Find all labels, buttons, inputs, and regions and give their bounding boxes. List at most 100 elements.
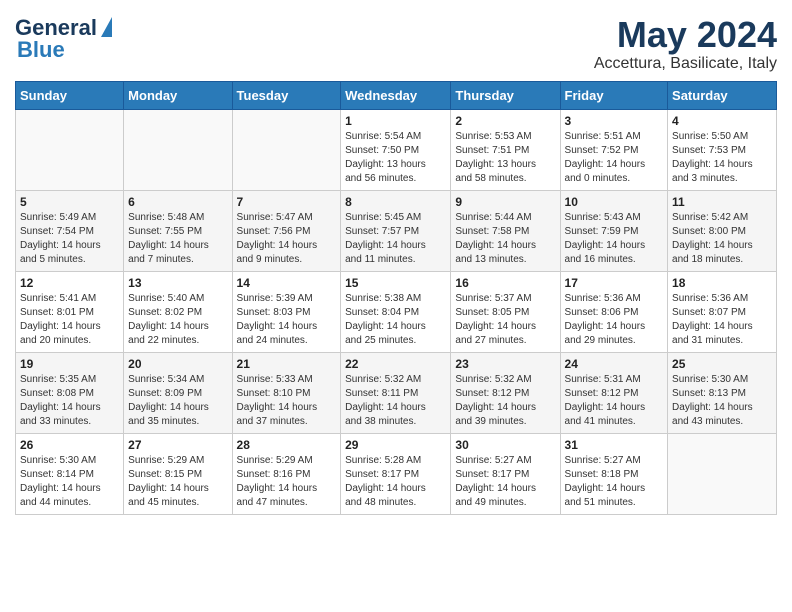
day-info: Sunrise: 5:49 AM Sunset: 7:54 PM Dayligh… xyxy=(20,211,119,267)
day-number: 5 xyxy=(20,195,119,209)
calendar-cell: 2 Sunrise: 5:53 AM Sunset: 7:51 PM Daylig… xyxy=(451,109,560,190)
calendar-cell: 6 Sunrise: 5:48 AM Sunset: 7:55 PM Daylig… xyxy=(124,190,232,271)
day-number: 18 xyxy=(672,276,772,290)
day-number: 9 xyxy=(455,195,555,209)
day-info: Sunrise: 5:30 AM Sunset: 8:13 PM Dayligh… xyxy=(672,373,772,429)
day-number: 6 xyxy=(128,195,227,209)
day-info: Sunrise: 5:47 AM Sunset: 7:56 PM Dayligh… xyxy=(237,211,337,267)
calendar-cell: 27Sunrise: 5:29 AM Sunset: 8:15 PM Dayli… xyxy=(124,433,232,514)
day-info: Sunrise: 5:37 AM Sunset: 8:05 PM Dayligh… xyxy=(455,292,555,348)
day-number: 16 xyxy=(455,276,555,290)
day-number: 22 xyxy=(345,357,446,371)
weekday-header-tuesday: Tuesday xyxy=(232,81,341,109)
day-info: Sunrise: 5:48 AM Sunset: 7:55 PM Dayligh… xyxy=(128,211,227,267)
day-info: Sunrise: 5:51 AM Sunset: 7:52 PM Dayligh… xyxy=(565,130,664,186)
day-info: Sunrise: 5:43 AM Sunset: 7:59 PM Dayligh… xyxy=(565,211,664,267)
calendar-cell: 24Sunrise: 5:31 AM Sunset: 8:12 PM Dayli… xyxy=(560,352,668,433)
calendar-cell: 7 Sunrise: 5:47 AM Sunset: 7:56 PM Daylig… xyxy=(232,190,341,271)
day-number: 7 xyxy=(237,195,337,209)
weekday-header-monday: Monday xyxy=(124,81,232,109)
calendar-cell: 25Sunrise: 5:30 AM Sunset: 8:13 PM Dayli… xyxy=(668,352,777,433)
day-number: 13 xyxy=(128,276,227,290)
day-info: Sunrise: 5:36 AM Sunset: 8:07 PM Dayligh… xyxy=(672,292,772,348)
day-info: Sunrise: 5:32 AM Sunset: 8:12 PM Dayligh… xyxy=(455,373,555,429)
calendar-cell xyxy=(124,109,232,190)
calendar-cell: 21 Sunrise: 5:33 AM Sunset: 8:10 PM Dayli… xyxy=(232,352,341,433)
day-info: Sunrise: 5:27 AM Sunset: 8:18 PM Dayligh… xyxy=(565,454,664,510)
calendar-cell: 11 Sunrise: 5:42 AM Sunset: 8:00 PM Dayli… xyxy=(668,190,777,271)
calendar-cell: 15 Sunrise: 5:38 AM Sunset: 8:04 PM Dayli… xyxy=(341,271,451,352)
calendar-table: SundayMondayTuesdayWednesdayThursdayFrid… xyxy=(15,81,777,515)
week-row-5: 26 Sunrise: 5:30 AM Sunset: 8:14 PM Dayli… xyxy=(16,433,777,514)
day-info: Sunrise: 5:41 AM Sunset: 8:01 PM Dayligh… xyxy=(20,292,119,348)
day-info: Sunrise: 5:42 AM Sunset: 8:00 PM Dayligh… xyxy=(672,211,772,267)
day-info: Sunrise: 5:29 AM Sunset: 8:15 PM Dayligh… xyxy=(128,454,227,510)
day-info: Sunrise: 5:35 AM Sunset: 8:08 PM Dayligh… xyxy=(20,373,119,429)
day-info: Sunrise: 5:28 AM Sunset: 8:17 PM Dayligh… xyxy=(345,454,446,510)
week-row-3: 12 Sunrise: 5:41 AM Sunset: 8:01 PM Dayli… xyxy=(16,271,777,352)
day-number: 31 xyxy=(565,438,664,452)
calendar-cell xyxy=(232,109,341,190)
day-number: 21 xyxy=(237,357,337,371)
day-number: 30 xyxy=(455,438,555,452)
weekday-header-wednesday: Wednesday xyxy=(341,81,451,109)
day-number: 24 xyxy=(565,357,664,371)
calendar-cell: 29 Sunrise: 5:28 AM Sunset: 8:17 PM Dayli… xyxy=(341,433,451,514)
day-info: Sunrise: 5:36 AM Sunset: 8:06 PM Dayligh… xyxy=(565,292,664,348)
day-number: 3 xyxy=(565,114,664,128)
calendar-cell: 4 Sunrise: 5:50 AM Sunset: 7:53 PM Daylig… xyxy=(668,109,777,190)
day-number: 4 xyxy=(672,114,772,128)
day-number: 1 xyxy=(345,114,446,128)
weekday-header-thursday: Thursday xyxy=(451,81,560,109)
day-info: Sunrise: 5:39 AM Sunset: 8:03 PM Dayligh… xyxy=(237,292,337,348)
calendar-cell: 16 Sunrise: 5:37 AM Sunset: 8:05 PM Dayli… xyxy=(451,271,560,352)
calendar-cell xyxy=(16,109,124,190)
calendar-cell: 12 Sunrise: 5:41 AM Sunset: 8:01 PM Dayli… xyxy=(16,271,124,352)
calendar-cell: 5 Sunrise: 5:49 AM Sunset: 7:54 PM Daylig… xyxy=(16,190,124,271)
calendar-cell xyxy=(668,433,777,514)
title-block: May 2024 Accettura, Basilicate, Italy xyxy=(594,15,777,73)
day-number: 11 xyxy=(672,195,772,209)
day-info: Sunrise: 5:38 AM Sunset: 8:04 PM Dayligh… xyxy=(345,292,446,348)
calendar-cell: 22 Sunrise: 5:32 AM Sunset: 8:11 PM Dayli… xyxy=(341,352,451,433)
day-number: 8 xyxy=(345,195,446,209)
calendar-cell: 3 Sunrise: 5:51 AM Sunset: 7:52 PM Daylig… xyxy=(560,109,668,190)
day-number: 20 xyxy=(128,357,227,371)
day-number: 15 xyxy=(345,276,446,290)
day-info: Sunrise: 5:53 AM Sunset: 7:51 PM Dayligh… xyxy=(455,130,555,186)
day-info: Sunrise: 5:44 AM Sunset: 7:58 PM Dayligh… xyxy=(455,211,555,267)
day-number: 10 xyxy=(565,195,664,209)
calendar-cell: 14 Sunrise: 5:39 AM Sunset: 8:03 PM Dayli… xyxy=(232,271,341,352)
day-info: Sunrise: 5:27 AM Sunset: 8:17 PM Dayligh… xyxy=(455,454,555,510)
weekday-header-row: SundayMondayTuesdayWednesdayThursdayFrid… xyxy=(16,81,777,109)
day-info: Sunrise: 5:40 AM Sunset: 8:02 PM Dayligh… xyxy=(128,292,227,348)
calendar-cell: 20Sunrise: 5:34 AM Sunset: 8:09 PM Dayli… xyxy=(124,352,232,433)
weekday-header-saturday: Saturday xyxy=(668,81,777,109)
day-number: 2 xyxy=(455,114,555,128)
calendar-cell: 23 Sunrise: 5:32 AM Sunset: 8:12 PM Dayli… xyxy=(451,352,560,433)
day-info: Sunrise: 5:30 AM Sunset: 8:14 PM Dayligh… xyxy=(20,454,119,510)
calendar-cell: 28 Sunrise: 5:29 AM Sunset: 8:16 PM Dayli… xyxy=(232,433,341,514)
logo-triangle-icon xyxy=(101,17,112,37)
calendar-cell: 30 Sunrise: 5:27 AM Sunset: 8:17 PM Dayli… xyxy=(451,433,560,514)
week-row-1: 1Sunrise: 5:54 AM Sunset: 7:50 PM Daylig… xyxy=(16,109,777,190)
logo: General Blue xyxy=(15,15,112,63)
day-number: 14 xyxy=(237,276,337,290)
calendar-cell: 13 Sunrise: 5:40 AM Sunset: 8:02 PM Dayli… xyxy=(124,271,232,352)
day-number: 28 xyxy=(237,438,337,452)
calendar-cell: 8Sunrise: 5:45 AM Sunset: 7:57 PM Daylig… xyxy=(341,190,451,271)
location-title: Accettura, Basilicate, Italy xyxy=(594,55,777,73)
day-info: Sunrise: 5:33 AM Sunset: 8:10 PM Dayligh… xyxy=(237,373,337,429)
calendar-cell: 9 Sunrise: 5:44 AM Sunset: 7:58 PM Daylig… xyxy=(451,190,560,271)
weekday-header-friday: Friday xyxy=(560,81,668,109)
day-info: Sunrise: 5:32 AM Sunset: 8:11 PM Dayligh… xyxy=(345,373,446,429)
weekday-header-sunday: Sunday xyxy=(16,81,124,109)
day-info: Sunrise: 5:29 AM Sunset: 8:16 PM Dayligh… xyxy=(237,454,337,510)
page-header: General Blue May 2024 Accettura, Basilic… xyxy=(15,15,777,73)
calendar-cell: 17Sunrise: 5:36 AM Sunset: 8:06 PM Dayli… xyxy=(560,271,668,352)
day-number: 23 xyxy=(455,357,555,371)
day-info: Sunrise: 5:50 AM Sunset: 7:53 PM Dayligh… xyxy=(672,130,772,186)
day-number: 29 xyxy=(345,438,446,452)
day-number: 26 xyxy=(20,438,119,452)
day-number: 12 xyxy=(20,276,119,290)
